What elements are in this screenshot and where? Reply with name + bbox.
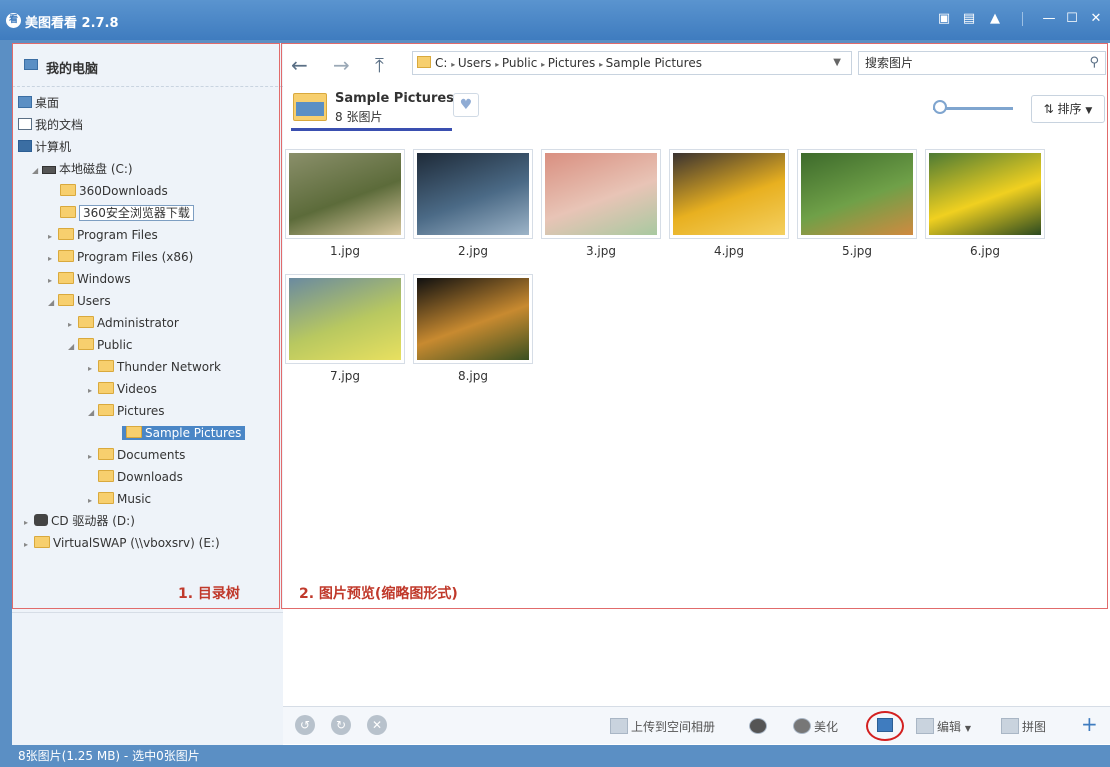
rotate-left-icon[interactable]: ↺ <box>295 715 315 735</box>
dropdown-icon: ▼ <box>964 724 971 733</box>
upload-label: 上传到空间相册 <box>631 720 716 734</box>
edit-label: 编辑 <box>937 720 962 734</box>
weibo-share-button[interactable] <box>749 718 770 734</box>
status-bar: 8张图片(1.25 MB) - 选中0张图片 <box>0 745 1110 767</box>
title-bar: 看 美图看看 2.7.8 ▣ ▤ ▲ — ☐ ✕ <box>0 0 1110 40</box>
bottom-toolbar: ↺ ↻ ✕ 上传到空间相册 美化 编辑 ▼ 拼图 + <box>283 706 1110 744</box>
rotate-right-icon[interactable]: ↻ <box>331 715 351 735</box>
tree-annotation: 1. 目录树 <box>178 586 240 602</box>
beautify-label: 美化 <box>814 720 839 734</box>
upload-icon <box>610 718 628 734</box>
edit-icon <box>916 718 934 734</box>
beautify-button[interactable]: 美化 <box>793 718 838 735</box>
tree-annotation-box <box>12 43 280 609</box>
chat-icon[interactable]: ▣ <box>935 10 953 28</box>
left-empty-area <box>12 612 283 745</box>
add-icon[interactable]: + <box>1081 712 1098 736</box>
app-logo-icon: 看 <box>6 13 21 28</box>
edit-button[interactable]: 编辑 ▼ <box>916 718 971 735</box>
preview-pane: ← → ⤒ C: ▸ Users ▸ Public ▸ Pictures ▸ S… <box>281 43 1110 745</box>
beautify-icon <box>793 718 811 734</box>
collage-icon <box>1001 718 1019 734</box>
close-icon[interactable]: ✕ <box>1087 10 1105 28</box>
upload-album-button[interactable]: 上传到空间相册 <box>610 718 715 735</box>
delete-icon[interactable]: ✕ <box>367 715 387 735</box>
app-title: 美图看看 2.7.8 <box>25 16 119 31</box>
minimize-icon[interactable]: — <box>1040 10 1058 28</box>
shirt-icon[interactable]: ▲ <box>986 10 1004 28</box>
skin-icon[interactable]: ▤ <box>960 10 978 28</box>
slideshow-button[interactable] <box>866 711 904 741</box>
preview-annotation: 2. 图片预览(缩略图形式) <box>299 586 458 602</box>
collage-button[interactable]: 拼图 <box>1001 718 1046 735</box>
titlebar-separator <box>1022 12 1023 26</box>
maximize-icon[interactable]: ☐ <box>1063 10 1081 28</box>
slideshow-icon <box>877 718 893 732</box>
weibo-icon <box>749 718 767 734</box>
collage-label: 拼图 <box>1022 720 1047 734</box>
preview-annotation-box <box>281 43 1108 609</box>
